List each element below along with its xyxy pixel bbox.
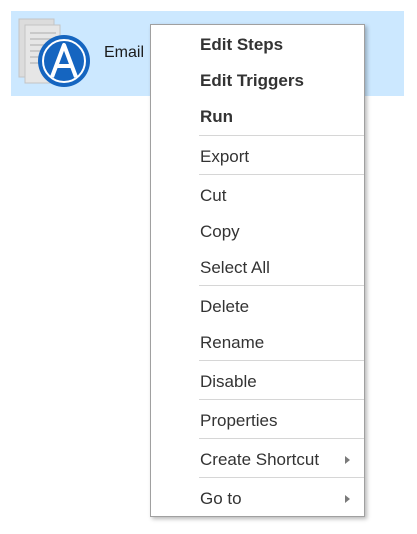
menu-item-create-shortcut-label: Create Shortcut bbox=[200, 450, 320, 469]
menu-separator bbox=[199, 174, 364, 175]
menu-item-disable[interactable]: Disable bbox=[151, 372, 364, 392]
file-name-label: Email bbox=[104, 44, 145, 61]
menu-separator bbox=[199, 285, 364, 286]
menu-item-copy[interactable]: Copy bbox=[151, 222, 364, 242]
menu-separator bbox=[199, 477, 364, 478]
menu-item-cut[interactable]: Cut bbox=[151, 186, 364, 206]
menu-item-go-to[interactable]: Go to bbox=[151, 489, 364, 509]
menu-separator bbox=[199, 360, 364, 361]
menu-item-delete[interactable]: Delete bbox=[151, 297, 364, 317]
submenu-arrow-icon bbox=[345, 456, 350, 464]
menu-separator bbox=[199, 399, 364, 400]
menu-item-properties[interactable]: Properties bbox=[151, 411, 364, 431]
menu-item-create-shortcut[interactable]: Create Shortcut bbox=[151, 450, 364, 470]
menu-item-go-to-label: Go to bbox=[200, 489, 242, 508]
menu-item-export[interactable]: Export bbox=[151, 147, 364, 167]
menu-item-rename[interactable]: Rename bbox=[151, 333, 364, 353]
context-menu: Edit Steps Edit Triggers Run Export Cut … bbox=[150, 24, 365, 517]
menu-item-run[interactable]: Run bbox=[151, 107, 364, 127]
menu-separator bbox=[199, 438, 364, 439]
submenu-arrow-icon bbox=[345, 495, 350, 503]
menu-item-edit-steps[interactable]: Edit Steps bbox=[151, 35, 364, 55]
menu-item-edit-triggers[interactable]: Edit Triggers bbox=[151, 71, 364, 91]
automation-document-icon bbox=[18, 17, 92, 91]
menu-separator bbox=[199, 135, 364, 136]
menu-item-select-all[interactable]: Select All bbox=[151, 258, 364, 278]
